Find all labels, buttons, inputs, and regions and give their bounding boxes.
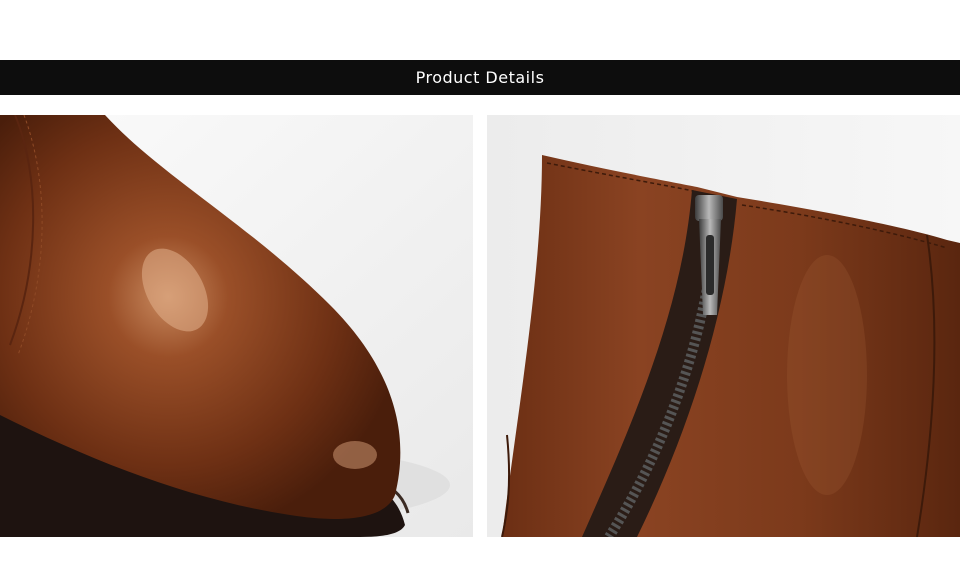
boot-toe-closeup-image (0, 115, 473, 537)
section-title: Product Details (415, 68, 545, 87)
section-header: Product Details (0, 60, 960, 95)
boot-zipper-closeup-image (487, 115, 960, 537)
